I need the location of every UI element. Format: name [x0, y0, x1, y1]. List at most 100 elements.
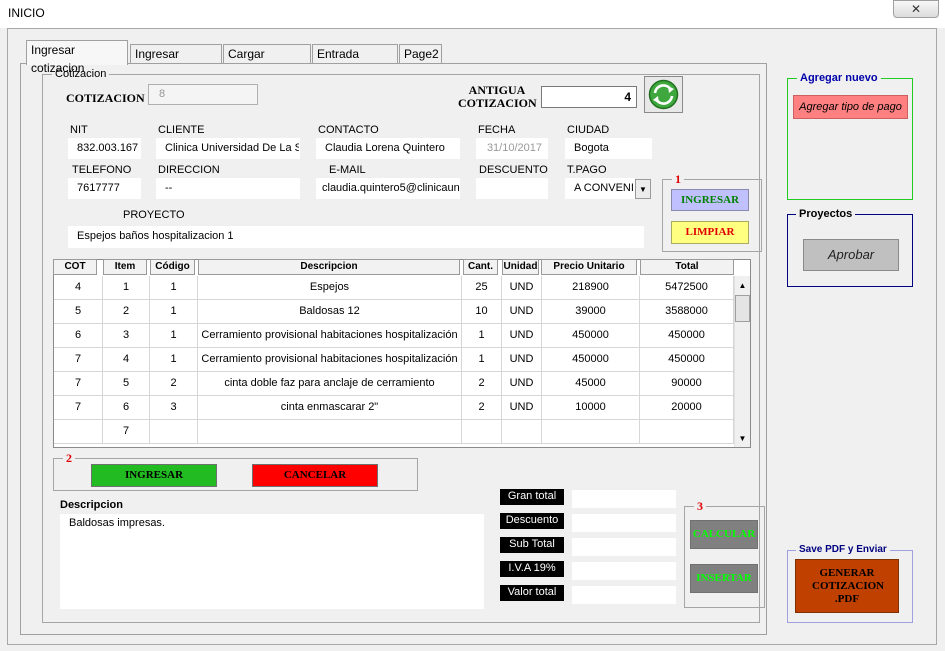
tab-entrada-manual[interactable]: Entrada Manual: [312, 44, 398, 79]
table-row[interactable]: 7 5 2 cinta doble faz para anclaje de cerra…: [54, 372, 734, 396]
arrow-up-icon: ▲: [738, 281, 747, 290]
nit-field[interactable]: 832.003.167: [68, 138, 141, 159]
cell-item: 2: [103, 300, 150, 324]
email-field[interactable]: claudia.quintero5@clinicauni: [316, 178, 460, 199]
group2-number: 2: [63, 451, 75, 466]
gran-total-label: Gran total: [500, 489, 564, 505]
tab-cargar-extracto[interactable]: Cargar Extracto: [223, 44, 311, 79]
load-cotizacion-button[interactable]: [644, 76, 683, 113]
cell-codigo: 1: [150, 324, 198, 348]
title-bar: [0, 0, 945, 28]
proyecto-field[interactable]: Espejos baños hospitalizacion 1: [68, 226, 644, 248]
header-total: Total: [640, 259, 734, 275]
cell-codigo: 3: [150, 396, 198, 420]
cell-cot: 6: [54, 324, 103, 348]
cell-cot: 7: [54, 348, 103, 372]
fecha-label: FECHA: [478, 124, 516, 136]
cell-total: 20000: [640, 396, 734, 420]
cell-unidad: [502, 420, 542, 444]
descripcion-label: Descripcion: [60, 499, 123, 511]
insertar-button[interactable]: INSERTAR: [690, 564, 758, 593]
antigua-cotizacion-label: ANTIGUA COTIZACION: [458, 83, 537, 110]
cell-total: 5472500: [640, 276, 734, 300]
tab-page2[interactable]: Page2: [399, 44, 442, 64]
scroll-down-button[interactable]: ▼: [735, 430, 750, 447]
telefono-label: TELEFONO: [72, 164, 132, 176]
cell-codigo: 1: [150, 276, 198, 300]
cell-precio: 39000: [542, 300, 640, 324]
limpiar-button[interactable]: LIMPIAR: [671, 221, 749, 244]
descuento-field[interactable]: [476, 178, 548, 199]
cell-unidad: UND: [502, 396, 542, 420]
fecha-field[interactable]: 31/10/2017: [476, 138, 548, 159]
tpago-dropdown-button[interactable]: ▼: [635, 179, 651, 199]
cell-precio: 218900: [542, 276, 640, 300]
cell-descripcion: cinta doble faz para anclaje de cerramie…: [198, 372, 462, 396]
direccion-field[interactable]: --: [156, 178, 300, 199]
valor-total-field[interactable]: [572, 586, 676, 604]
cell-total: 450000: [640, 348, 734, 372]
cell-item: 7: [103, 420, 150, 444]
table-row[interactable]: 4 1 1 Espejos 25 UND 218900 5472500: [54, 276, 734, 300]
tab-ingresar-factura[interactable]: Ingresar factura: [130, 44, 222, 79]
scroll-thumb[interactable]: [735, 295, 750, 322]
agregar-tipo-pago-button[interactable]: Agregar tipo de pago: [793, 95, 908, 119]
ingresar-item-button[interactable]: INGRESAR: [91, 464, 217, 487]
chevron-down-icon: ▼: [639, 185, 647, 194]
descripcion-textarea[interactable]: Baldosas impresas.: [60, 514, 484, 609]
cliente-label: CLIENTE: [158, 124, 205, 136]
cell-total: 90000: [640, 372, 734, 396]
ciudad-label: CIUDAD: [567, 124, 610, 136]
table-row[interactable]: 7: [54, 420, 734, 444]
cell-codigo: [150, 420, 198, 444]
contacto-field[interactable]: Claudia Lorena Quintero: [316, 138, 460, 159]
window-title: INICIO: [8, 6, 45, 20]
cell-cot: 7: [54, 372, 103, 396]
header-cant: Cant.: [463, 259, 498, 275]
cell-unidad: UND: [502, 372, 542, 396]
table-row[interactable]: 7 4 1 Cerramiento provisional habitaciones …: [54, 348, 734, 372]
close-button[interactable]: ✕: [893, 0, 939, 18]
direccion-label: DIRECCION: [158, 164, 220, 176]
antigua-cotizacion-field[interactable]: 4: [541, 86, 637, 108]
ciudad-field[interactable]: Bogota: [565, 138, 652, 159]
table-row[interactable]: 6 3 1 Cerramiento provisional habitaciones …: [54, 324, 734, 348]
header-descripcion: Descripcion: [198, 259, 460, 275]
aprobar-button[interactable]: Aprobar: [803, 239, 899, 271]
iva-field[interactable]: [572, 562, 676, 580]
generar-cotizacion-pdf-button[interactable]: GENERAR COTIZACION .PDF: [795, 559, 899, 613]
calcular-button[interactable]: CALCULAR: [690, 520, 758, 549]
close-icon: ✕: [910, 2, 922, 16]
telefono-field[interactable]: 7617777: [68, 178, 141, 199]
descuento-total-field[interactable]: [572, 514, 676, 532]
cotizacion-label: COTIZACION: [66, 91, 145, 105]
cell-cant: [462, 420, 502, 444]
table-row[interactable]: 7 6 3 cinta enmascarar 2" 2 UND 10000 20000: [54, 396, 734, 420]
tpago-select[interactable]: A CONVENIR: [565, 178, 635, 199]
agregar-nuevo-legend: Agregar nuevo: [797, 72, 881, 84]
arrow-down-icon: ▼: [738, 434, 747, 443]
cell-codigo: 1: [150, 348, 198, 372]
refresh-icon: [648, 79, 679, 110]
cliente-field[interactable]: Clinica Universidad De La Sa: [156, 138, 300, 159]
cell-cant: 10: [462, 300, 502, 324]
tab-ingresar-cotizacion[interactable]: Ingresar cotizacion: [26, 40, 128, 75]
cell-item: 4: [103, 348, 150, 372]
cell-unidad: UND: [502, 324, 542, 348]
table-row[interactable]: 5 2 1 Baldosas 12 10 UND 39000 3588000: [54, 300, 734, 324]
proyecto-label: PROYECTO: [123, 209, 185, 221]
sub-total-label: Sub Total: [500, 537, 564, 553]
gran-total-field[interactable]: [572, 490, 676, 508]
scroll-up-button[interactable]: ▲: [735, 277, 750, 294]
sub-total-field[interactable]: [572, 538, 676, 556]
group1-number: 1: [672, 172, 684, 187]
cell-item: 6: [103, 396, 150, 420]
cell-total: 450000: [640, 324, 734, 348]
cotizacion-number-field[interactable]: 8: [148, 84, 258, 105]
ingresar-button[interactable]: INGRESAR: [671, 189, 749, 211]
cell-cot: [54, 420, 103, 444]
cell-unidad: UND: [502, 300, 542, 324]
header-item: Item: [103, 259, 147, 275]
header-precio-unitario: Precio Unitario: [541, 259, 637, 275]
cancelar-button[interactable]: CANCELAR: [252, 464, 378, 487]
